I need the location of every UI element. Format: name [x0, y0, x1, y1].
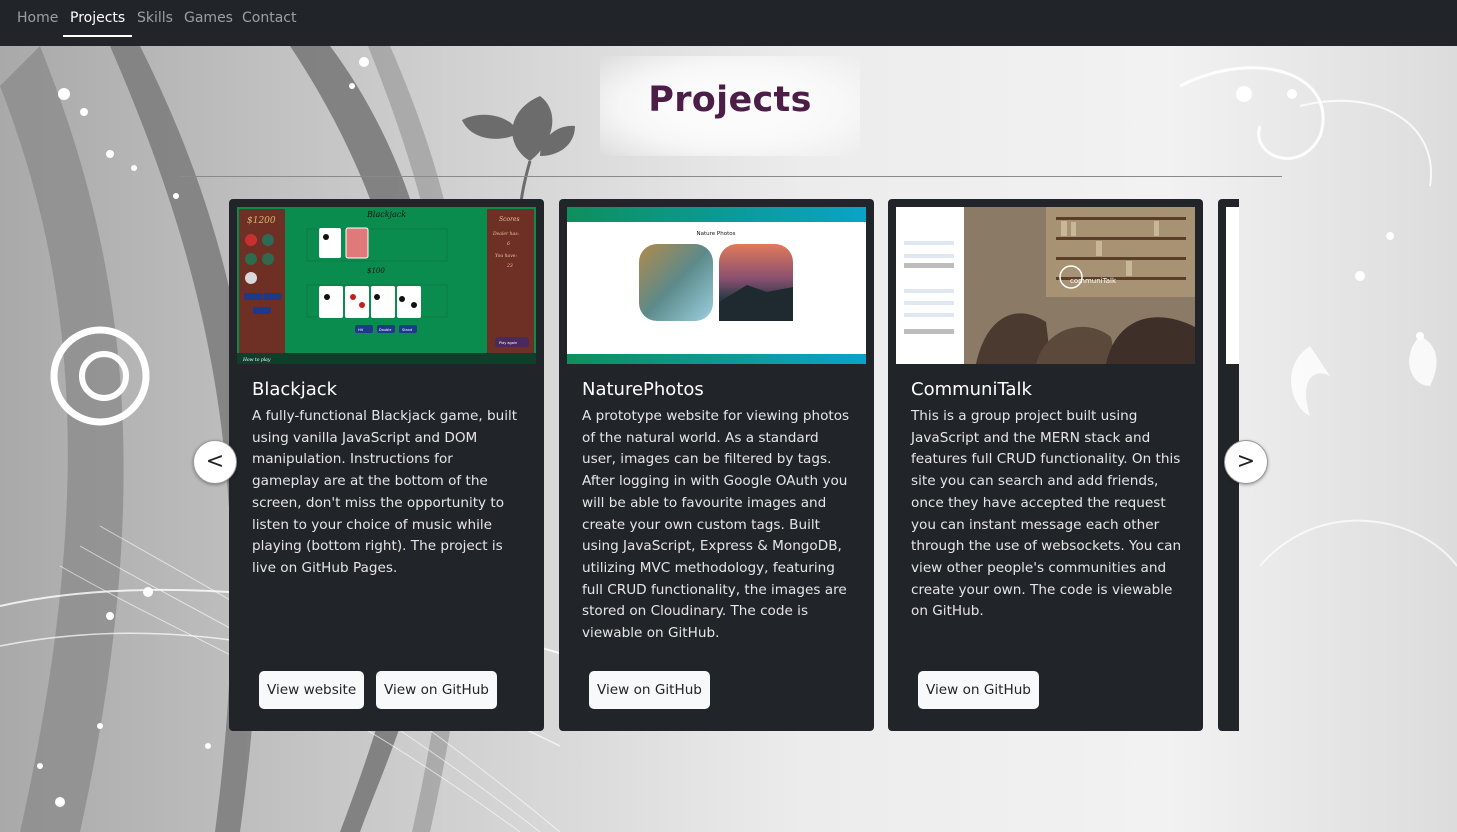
blackjack-hint: How to play: [242, 357, 271, 363]
blackjack-action: Hit: [358, 328, 364, 332]
project-title: CommuniTalk: [911, 379, 1032, 400]
blackjack-side-line: 6: [507, 241, 510, 247]
blackjack-side-line: 23: [506, 263, 513, 269]
project-title: NaturePhotos: [582, 379, 704, 400]
project-description: A prototype website for viewing photos o…: [582, 408, 850, 642]
project-thumbnail-blackjack: $1200 Blackjack $100 Scores Dealer has: …: [237, 207, 536, 364]
project-card-blackjack: $1200 Blackjack $100 Scores Dealer has: …: [229, 199, 544, 731]
view-on-github-button[interactable]: View on GitHub: [918, 671, 1039, 709]
naturephotos-heading: Nature Photos: [697, 231, 736, 237]
blackjack-deal-label: Play again: [499, 341, 517, 345]
nav-contact[interactable]: Contact: [242, 0, 296, 37]
blackjack-screenshot: $1200 Blackjack $100 Scores Dealer has: …: [237, 207, 536, 364]
project-thumbnail-naturephotos: Nature Photos: [567, 207, 866, 364]
nav-home[interactable]: Home: [17, 0, 58, 37]
blackjack-side-line: You have:: [495, 253, 517, 259]
view-on-github-button[interactable]: View on GitHub: [376, 671, 497, 709]
project-title: Blackjack: [252, 379, 338, 400]
blackjack-side-line: Dealer has:: [492, 231, 520, 237]
blackjack-dealer-total: $100: [367, 267, 385, 275]
project-thumbnail-partial: [1226, 207, 1239, 364]
blackjack-action: Double: [379, 328, 391, 332]
carousel-prev-button[interactable]: <: [193, 440, 237, 484]
blackjack-action: Stand: [402, 328, 412, 332]
projects-carousel: $1200 Blackjack $100 Scores Dealer has: …: [229, 199, 1239, 731]
view-on-github-button[interactable]: View on GitHub: [589, 671, 710, 709]
communitalk-brand: communiTalk: [1070, 277, 1117, 285]
blackjack-game-title: Blackjack: [366, 210, 406, 219]
nav-games[interactable]: Games: [184, 0, 233, 37]
project-description: A fully-functional Blackjack game, built…: [252, 408, 518, 576]
project-description: This is a group project built using Java…: [911, 408, 1182, 620]
naturephotos-screenshot: Nature Photos: [567, 207, 866, 364]
communitalk-screenshot: communiTalk: [896, 207, 1195, 364]
view-website-button[interactable]: View website: [259, 671, 365, 709]
project-card-communitalk: communiTalk CommuniTalk This is a group …: [888, 199, 1203, 731]
top-navbar: Home Projects Skills Games Contact: [0, 0, 1457, 46]
project-thumbnail-communitalk: communiTalk: [896, 207, 1195, 364]
carousel-next-button[interactable]: >: [1224, 440, 1268, 484]
project-card-naturephotos: Nature Photos NaturePhotos A prototype w…: [559, 199, 874, 731]
blackjack-side-heading: Scores: [499, 216, 520, 223]
title-divider: [179, 176, 1282, 177]
nav-projects[interactable]: Projects: [63, 0, 133, 37]
page-title: Projects: [648, 80, 812, 120]
blackjack-bankroll: $1200: [247, 216, 276, 226]
nav-skills[interactable]: Skills: [137, 0, 173, 37]
